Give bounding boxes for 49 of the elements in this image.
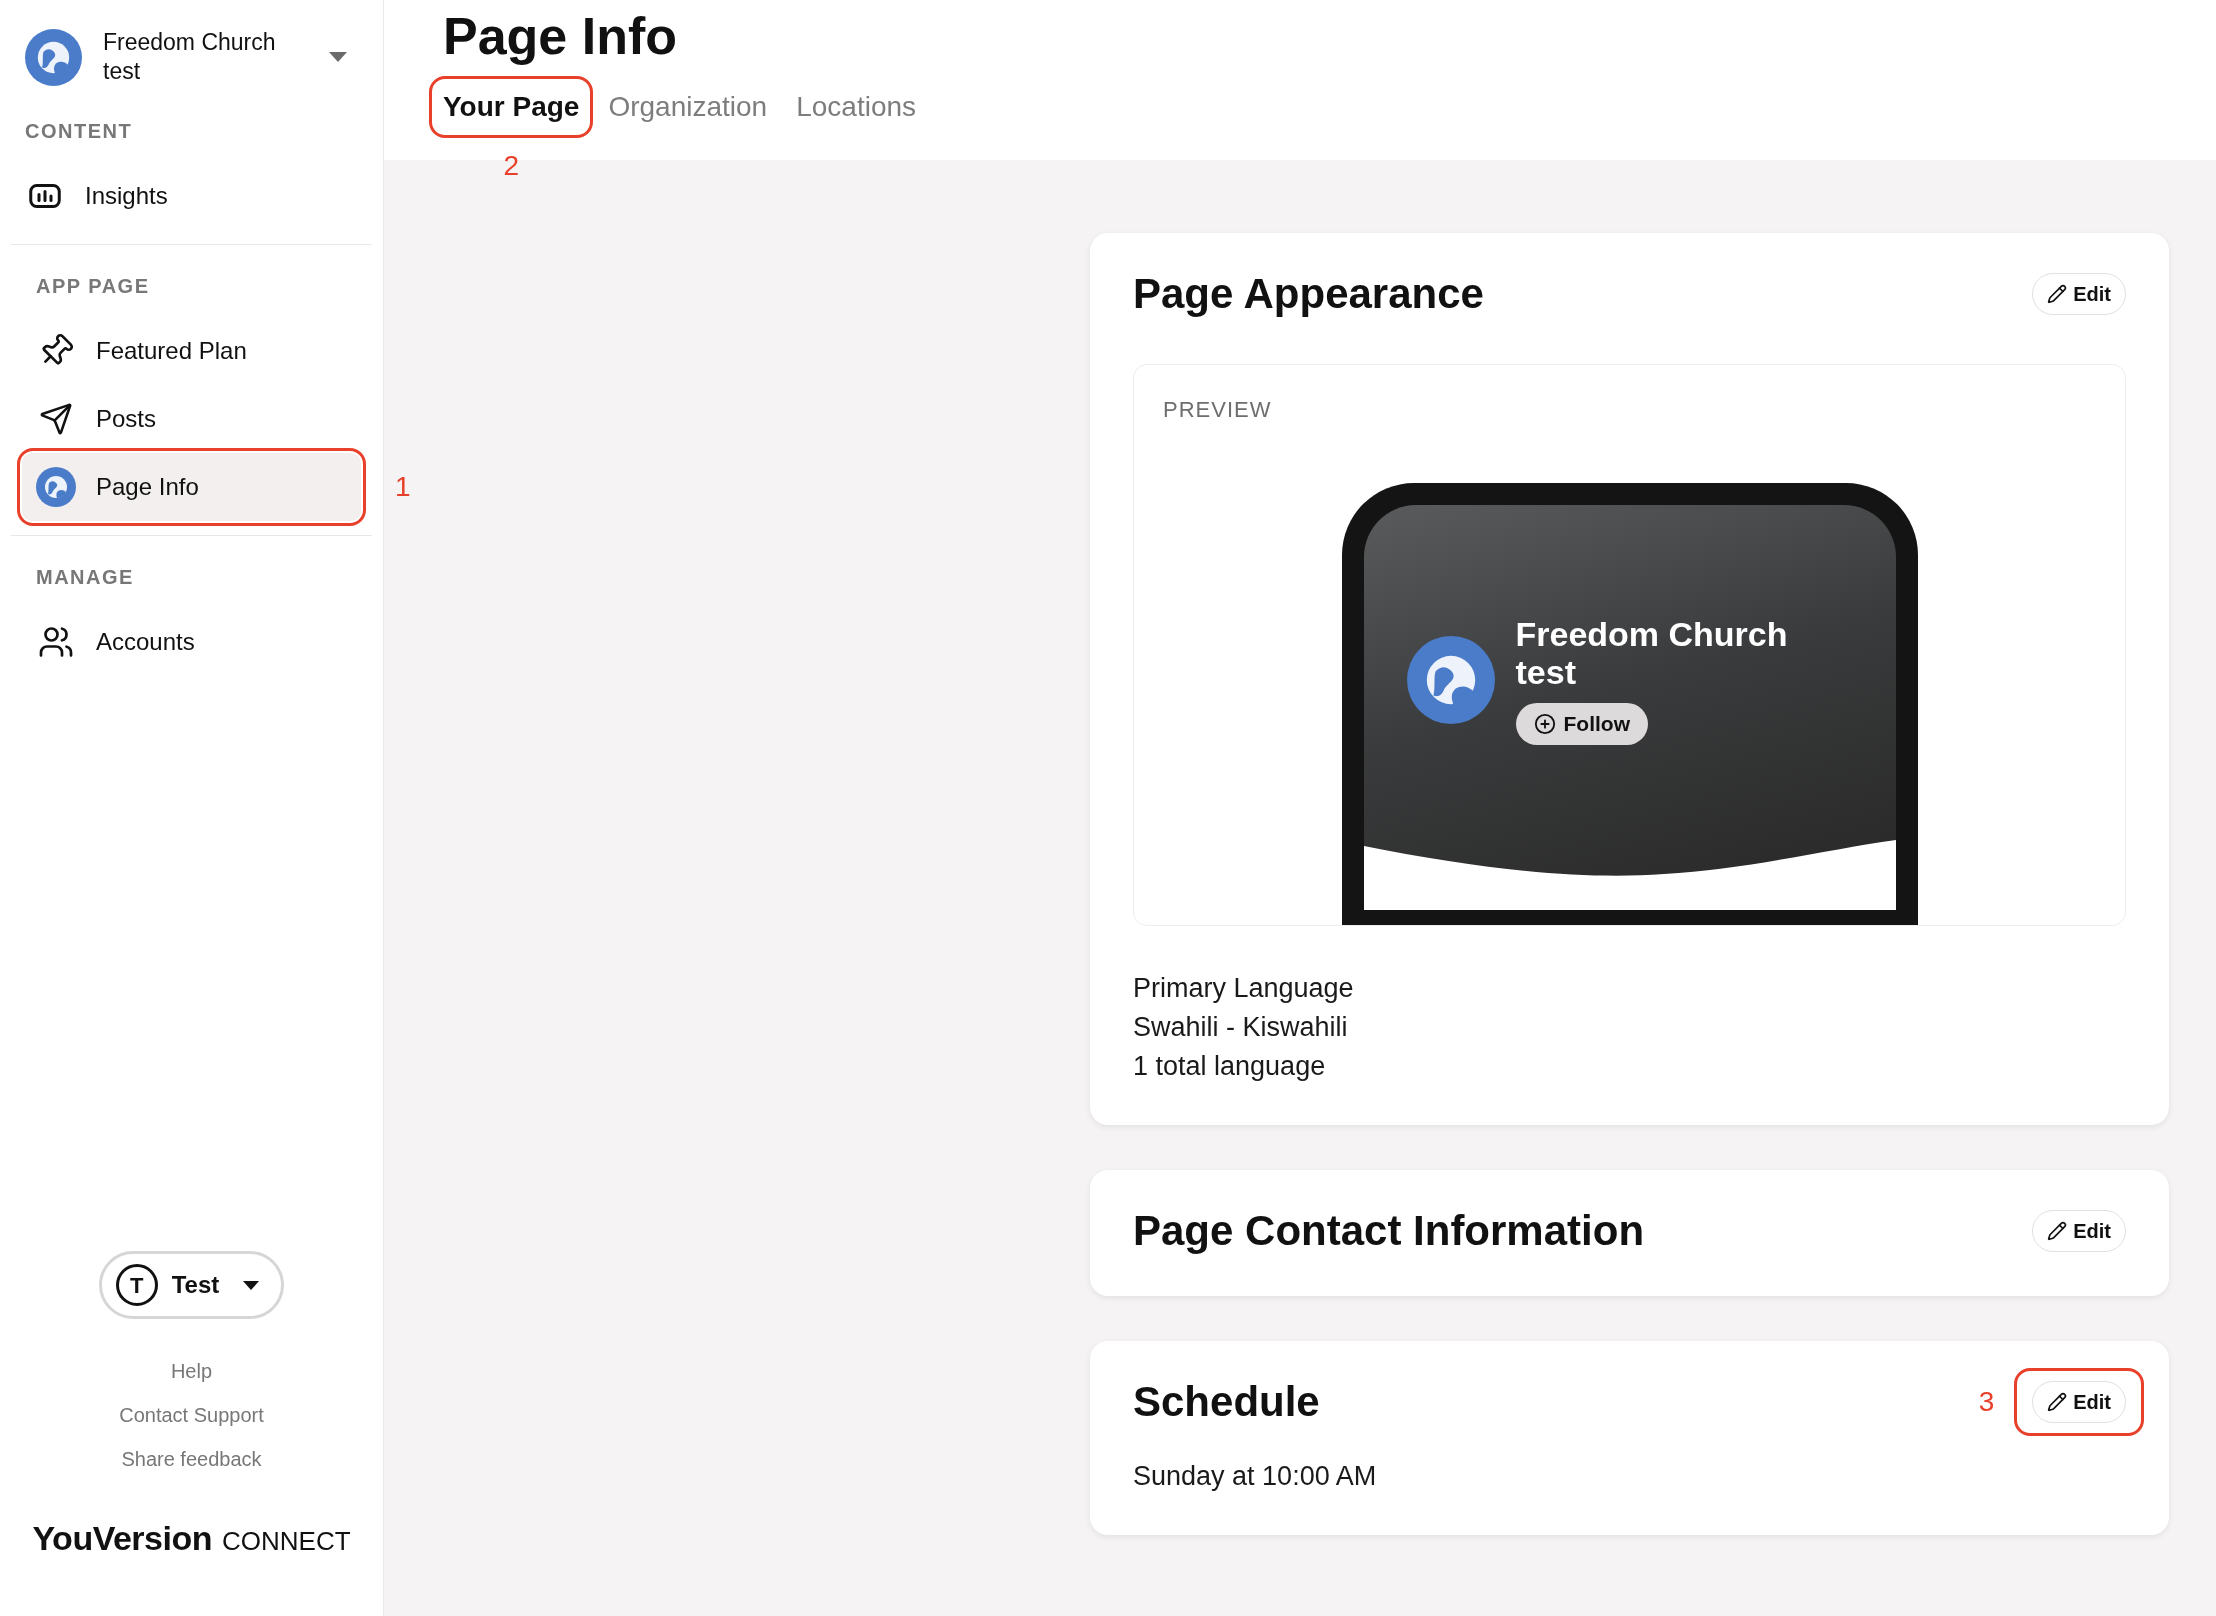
footer-link[interactable]: Share feedback (121, 1445, 262, 1473)
user-menu-button[interactable]: T Test (98, 1251, 285, 1319)
follow-button[interactable]: Follow (1515, 703, 1648, 745)
org-avatar-icon (36, 467, 76, 507)
pencil-icon (2047, 284, 2068, 304)
section-heading: APP PAGE (35, 274, 151, 299)
footer-link[interactable]: Help (170, 1357, 213, 1385)
annotation-number: 1 (395, 470, 411, 504)
nav-item[interactable]: Insights (11, 162, 372, 230)
logo-suffix: CONNECT (222, 1525, 351, 1558)
edit-button[interactable]: Edit (2032, 1381, 2126, 1423)
pencil-icon (2047, 1392, 2068, 1412)
edit-button[interactable]: Edit (2032, 273, 2126, 315)
section-heading: CONTENT (24, 119, 134, 144)
nav-item[interactable]: Page Info (22, 453, 361, 521)
tab[interactable]: Your Page (443, 89, 580, 125)
org-avatar-icon (1406, 636, 1495, 724)
nav-item[interactable]: Posts (22, 385, 361, 453)
org-name: Freedom Church test (103, 28, 277, 86)
org-avatar-icon (25, 28, 82, 86)
card-title: Page Contact Information (1133, 1206, 1645, 1256)
annotation-number: 3 (1978, 1385, 1995, 1419)
user-initial-avatar: T (115, 1264, 158, 1306)
caret-icon (243, 1280, 260, 1290)
caret-icon (329, 52, 347, 62)
detail-text: Swahili - Kiswahili (1133, 1011, 1349, 1044)
paper-plane-icon (39, 402, 73, 436)
annotation-number: 2 (503, 149, 519, 183)
card-title: Page Appearance (1133, 269, 1484, 319)
users-icon (38, 624, 74, 660)
detail-text: Primary Language (1133, 972, 1355, 1005)
pencil-icon (2047, 1221, 2068, 1241)
user-name: Test (171, 1270, 220, 1300)
nav-item[interactable]: Featured Plan (22, 317, 361, 385)
nav-item[interactable]: Accounts (22, 608, 361, 676)
section-heading: MANAGE (35, 565, 135, 590)
church-name: Freedom Church test (1515, 615, 1789, 691)
detail-text: Sunday at 10:00 AM (1133, 1460, 1378, 1493)
org-switcher[interactable]: Freedom Church test (0, 0, 383, 86)
card-title: Schedule (1133, 1377, 1320, 1427)
plus-circle-icon (1533, 713, 1556, 735)
logo-wordmark: YouVersion (32, 1518, 212, 1559)
edit-button[interactable]: Edit (2032, 1210, 2126, 1252)
page-title: Page Info (443, 6, 679, 66)
detail-text: 1 total language (1133, 1050, 1327, 1083)
tab[interactable]: Organization (608, 89, 768, 125)
tab[interactable]: Locations (796, 89, 917, 125)
footer-link[interactable]: Contact Support (119, 1401, 264, 1429)
preview-label: PREVIEW (1163, 396, 1272, 424)
